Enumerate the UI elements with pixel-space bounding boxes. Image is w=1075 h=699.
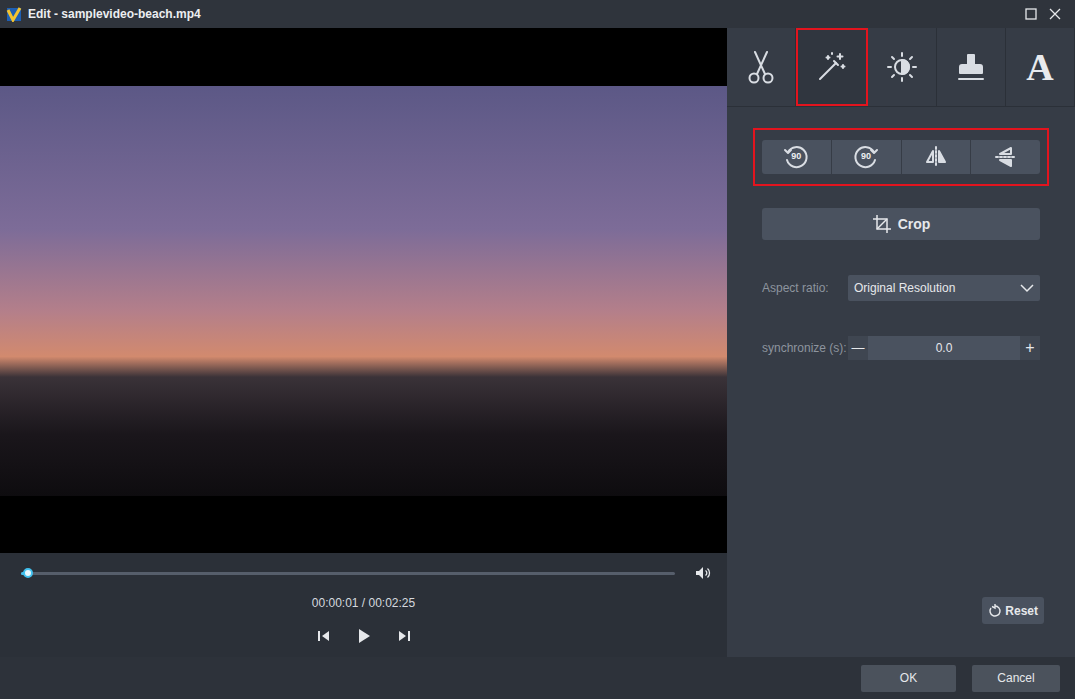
app-logo-icon <box>6 6 22 22</box>
cancel-button[interactable]: Cancel <box>972 665 1060 692</box>
tab[interactable] <box>796 28 868 106</box>
window-title: Edit - samplevideo-beach.mp4 <box>28 5 201 23</box>
playback-controls: 00:00:01 / 00:02:25 <box>0 553 727 657</box>
rotate-label: 90 <box>783 144 809 170</box>
chevron-down-icon <box>1020 283 1034 293</box>
previous-frame-icon[interactable] <box>316 628 332 644</box>
crop-button[interactable]: Crop <box>762 208 1040 240</box>
play-icon[interactable] <box>356 628 372 644</box>
cut-icon <box>746 50 776 84</box>
aspect-ratio-label: Aspect ratio: <box>762 279 848 297</box>
rotate-right-icon: 90 <box>853 144 879 170</box>
flip-horizontal-button[interactable] <box>902 140 972 174</box>
synchronize-value[interactable]: 0.0 <box>868 336 1020 360</box>
tab[interactable] <box>727 28 796 106</box>
aspect-ratio-select[interactable]: Original Resolution <box>848 275 1040 301</box>
progress-handle[interactable] <box>23 568 33 578</box>
synchronize-row: synchronize (s):—0.0+ <box>762 336 1040 360</box>
tab[interactable] <box>868 28 937 106</box>
rotate-left-button[interactable]: 90 <box>762 140 832 174</box>
effect-icon <box>816 51 848 83</box>
rotate-right-button[interactable]: 90 <box>832 140 902 174</box>
rotate-left-icon: 90 <box>783 144 809 170</box>
tab-bar: A <box>727 28 1075 107</box>
ok-button[interactable]: OK <box>861 665 956 692</box>
transform-group: 90 90 <box>753 128 1049 186</box>
tab-label: A <box>1026 46 1053 88</box>
progress-track[interactable] <box>21 572 675 575</box>
dialog-footer: OK Cancel <box>0 657 1075 699</box>
text-tab-icon: A <box>1026 48 1053 87</box>
maximize-icon[interactable] <box>1019 4 1043 24</box>
aspect-ratio-value: Original Resolution <box>854 279 1020 297</box>
flip-vertical-button[interactable] <box>971 140 1040 174</box>
synchronize-stepper: —0.0+ <box>848 336 1040 360</box>
crop-icon <box>872 214 892 234</box>
synchronize-label: synchronize (s): <box>762 339 848 357</box>
watermark-icon <box>956 51 986 83</box>
adjust-icon <box>886 51 918 83</box>
time-display: 00:00:01 / 00:02:25 <box>312 594 415 612</box>
title-bar: Edit - samplevideo-beach.mp4 <box>0 0 1075 28</box>
reset-icon <box>988 604 1002 618</box>
reset-label: Reset <box>1005 602 1038 620</box>
volume-icon[interactable] <box>695 565 711 581</box>
rotate-label: 90 <box>853 144 879 170</box>
flip-vertical-icon <box>993 144 1019 170</box>
decrement-button[interactable]: — <box>848 336 868 360</box>
close-icon[interactable] <box>1043 4 1067 24</box>
tab[interactable] <box>937 28 1006 106</box>
next-frame-icon[interactable] <box>396 628 412 644</box>
flip-horizontal-icon <box>923 144 949 170</box>
reset-button[interactable]: Reset <box>982 597 1044 624</box>
video-viewport <box>0 28 727 553</box>
video-frame <box>0 86 727 496</box>
aspect-ratio-row: Aspect ratio: Original Resolution <box>762 275 1040 301</box>
edit-panel: A 90 90 Crop Aspect ratio: Original Resolutio… <box>727 28 1075 657</box>
increment-button[interactable]: + <box>1020 336 1040 360</box>
crop-label: Crop <box>898 214 931 235</box>
tab[interactable]: A <box>1006 28 1075 106</box>
